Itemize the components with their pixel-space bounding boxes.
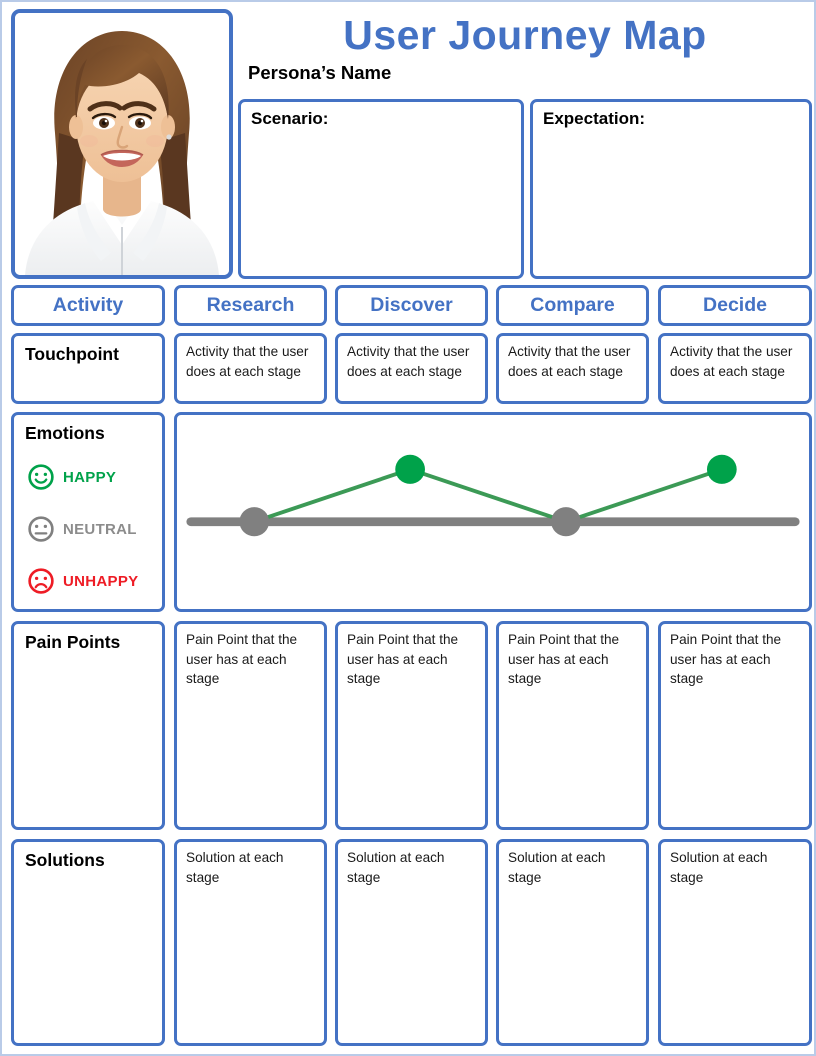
cell-text: Solution at each stage xyxy=(186,850,284,885)
column-header-label: Discover xyxy=(370,294,453,316)
chart-point-decide[interactable] xyxy=(706,454,737,484)
cell-painpoints-discover[interactable]: Pain Point that the user has at each sta… xyxy=(335,621,488,830)
chart-segment xyxy=(565,467,723,524)
column-header-label: Research xyxy=(206,294,295,316)
journey-map-page: User Journey Map Persona’s Name Scenario… xyxy=(0,0,816,1056)
emotion-line-chart[interactable] xyxy=(177,415,809,609)
row-label-solutions: Solutions xyxy=(11,839,165,1046)
cell-text: Solution at each stage xyxy=(508,850,606,885)
chart-point-compare[interactable] xyxy=(551,507,581,537)
chart-point-discover[interactable] xyxy=(395,454,425,484)
title-block: User Journey Map Persona’s Name xyxy=(238,10,812,94)
cell-text: Solution at each stage xyxy=(670,850,768,885)
cell-text: Pain Point that the user has at each sta… xyxy=(670,632,782,686)
unhappy-face-icon xyxy=(28,568,54,594)
cell-solutions-compare[interactable]: Solution at each stage xyxy=(496,839,649,1046)
column-header-label: Decide xyxy=(703,294,767,316)
column-header-activity[interactable]: Activity xyxy=(11,285,165,326)
expectation-label: Expectation: xyxy=(543,109,646,128)
row-label-touchpoint: Touchpoint xyxy=(11,333,165,404)
cell-text: Activity that the user does at each stag… xyxy=(186,344,309,379)
cell-text: Pain Point that the user has at each sta… xyxy=(186,632,298,686)
row-label-text: Pain Points xyxy=(25,632,121,652)
row-label-text: Emotions xyxy=(25,423,105,443)
row-label-emotions: Emotions HAPPY NEUTRAL UNHAPPY xyxy=(11,412,165,612)
legend-item-neutral: NEUTRAL xyxy=(27,515,137,543)
cell-solutions-discover[interactable]: Solution at each stage xyxy=(335,839,488,1046)
row-label-text: Solutions xyxy=(25,850,105,870)
persona-portrait-image xyxy=(15,13,229,275)
chart-point-research[interactable] xyxy=(239,507,270,537)
column-header-decide[interactable]: Decide xyxy=(658,285,812,326)
cell-touchpoint-discover[interactable]: Activity that the user does at each stag… xyxy=(335,333,488,404)
cell-text: Activity that the user does at each stag… xyxy=(347,344,470,379)
legend-item-unhappy: UNHAPPY xyxy=(27,567,138,595)
column-header-research[interactable]: Research xyxy=(174,285,327,326)
cell-text: Pain Point that the user has at each sta… xyxy=(347,632,459,686)
chart-segment xyxy=(253,467,411,524)
cell-text: Pain Point that the user has at each sta… xyxy=(508,632,620,686)
scenario-box[interactable]: Scenario: xyxy=(238,99,524,279)
page-title: User Journey Map xyxy=(343,12,707,58)
neutral-face-icon xyxy=(28,516,54,542)
row-label-pain-points: Pain Points xyxy=(11,621,165,830)
scenario-label: Scenario: xyxy=(251,109,329,128)
legend-label-unhappy: UNHAPPY xyxy=(63,572,139,590)
emotion-chart-box[interactable] xyxy=(174,412,812,612)
happy-face-icon xyxy=(28,464,54,490)
cell-touchpoint-research[interactable]: Activity that the user does at each stag… xyxy=(174,333,327,404)
expectation-box[interactable]: Expectation: xyxy=(530,99,812,279)
cell-painpoints-decide[interactable]: Pain Point that the user has at each sta… xyxy=(658,621,812,830)
column-header-label: Activity xyxy=(52,294,124,316)
legend-label-neutral: NEUTRAL xyxy=(63,520,137,538)
cell-text: Activity that the user does at each stag… xyxy=(508,344,631,379)
cell-painpoints-compare[interactable]: Pain Point that the user has at each sta… xyxy=(496,621,649,830)
column-header-discover[interactable]: Discover xyxy=(335,285,488,326)
persona-photo-frame[interactable] xyxy=(11,9,233,279)
legend-item-happy: HAPPY xyxy=(27,463,116,491)
row-label-text: Touchpoint xyxy=(25,344,119,364)
cell-touchpoint-decide[interactable]: Activity that the user does at each stag… xyxy=(658,333,812,404)
cell-solutions-research[interactable]: Solution at each stage xyxy=(174,839,327,1046)
column-header-compare[interactable]: Compare xyxy=(496,285,649,326)
cell-touchpoint-compare[interactable]: Activity that the user does at each stag… xyxy=(496,333,649,404)
chart-segment xyxy=(409,467,567,524)
cell-solutions-decide[interactable]: Solution at each stage xyxy=(658,839,812,1046)
cell-text: Activity that the user does at each stag… xyxy=(670,344,793,379)
legend-label-happy: HAPPY xyxy=(63,468,117,486)
column-header-label: Compare xyxy=(530,294,615,316)
cell-painpoints-research[interactable]: Pain Point that the user has at each sta… xyxy=(174,621,327,830)
persona-name-label[interactable]: Persona’s Name xyxy=(238,60,812,86)
cell-text: Solution at each stage xyxy=(347,850,445,885)
